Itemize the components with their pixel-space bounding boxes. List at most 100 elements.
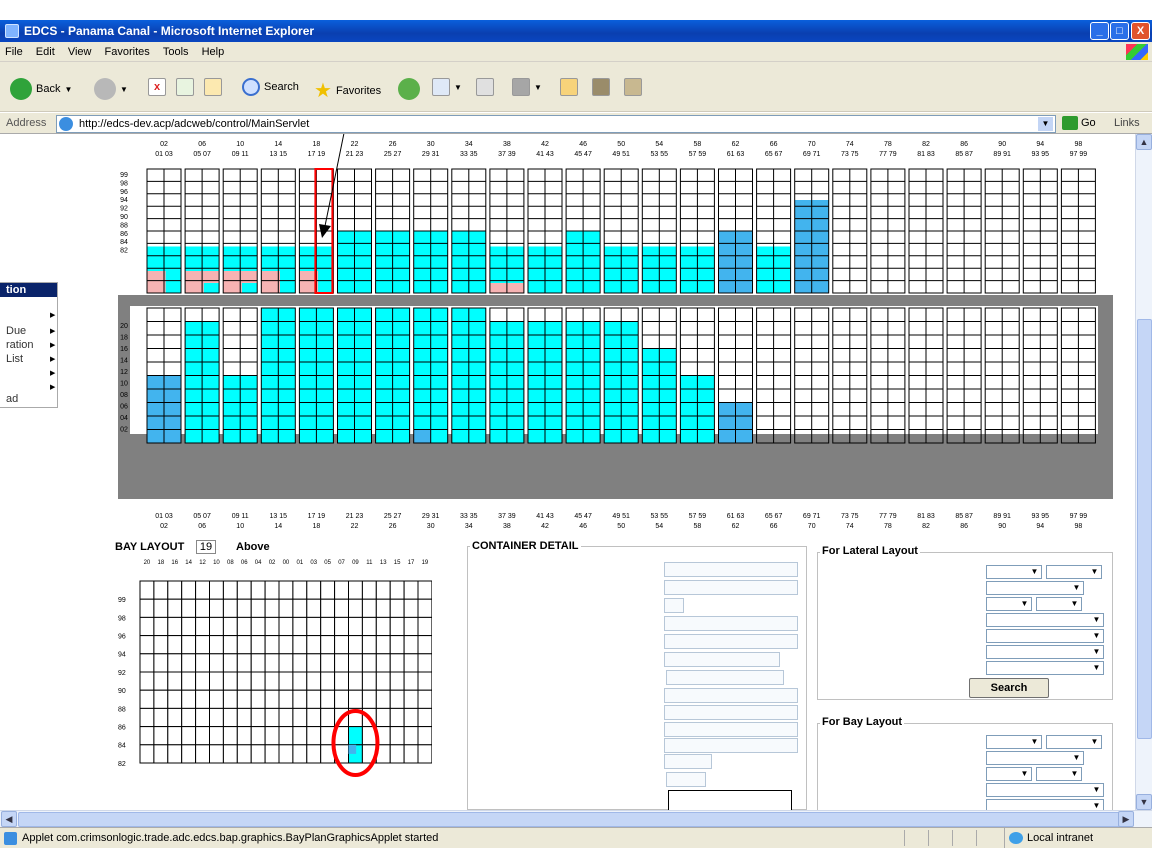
bay-cell	[375, 635, 391, 655]
scroll-down-icon[interactable]: ▼	[1136, 794, 1152, 810]
scroll-right-icon[interactable]: ▶	[1118, 811, 1134, 827]
ie-app-icon	[5, 24, 19, 38]
history-button[interactable]	[398, 78, 420, 100]
edit-button[interactable]: ▼	[512, 78, 542, 96]
menu-edit[interactable]: Edit	[31, 42, 60, 62]
bay-cell	[264, 580, 280, 600]
stop-button[interactable]: x	[148, 78, 166, 96]
bay-cell	[403, 726, 419, 746]
bay-plan-graphic[interactable]: 02 06 10 14 18 22 26 30 34 38 42 46 50 54 58 62 66 70 74 78…	[0, 134, 1135, 544]
container-field-input[interactable]	[664, 722, 798, 737]
menu-favorites[interactable]: Favorites	[100, 42, 155, 62]
lateral-unno-select[interactable]	[986, 565, 1042, 579]
refresh-icon	[176, 78, 194, 96]
bay-cell	[417, 671, 432, 691]
bay-cell	[417, 580, 432, 600]
bay-imo-class-select[interactable]	[986, 767, 1032, 781]
bay-cell	[209, 744, 224, 764]
container-field-input[interactable]	[664, 562, 798, 577]
bay-cell	[139, 598, 155, 618]
mail-button[interactable]: ▼	[432, 78, 462, 96]
menu-view[interactable]: View	[63, 42, 97, 62]
links-button[interactable]: Links	[1114, 117, 1140, 129]
go-button[interactable]: Go	[1062, 116, 1096, 130]
left-menu-item[interactable]: Due	[6, 325, 26, 337]
lateral-port-country-select[interactable]	[986, 661, 1104, 675]
bay-cell	[403, 635, 419, 655]
container-field-input[interactable]	[664, 688, 798, 703]
container-field-input[interactable]	[664, 580, 798, 595]
bay-cell	[292, 580, 308, 600]
container-field-input[interactable]	[664, 754, 712, 769]
lateral-port-country-select[interactable]	[986, 613, 1104, 627]
left-menu-item[interactable]: ration	[6, 339, 34, 351]
hold-tier-label: 12	[120, 369, 128, 376]
search-button[interactable]: Search	[242, 78, 299, 96]
home-button[interactable]	[204, 78, 222, 96]
bay-harmonized-select[interactable]	[986, 751, 1084, 765]
discuss-button[interactable]	[560, 78, 578, 96]
container-field-input[interactable]	[664, 616, 798, 631]
menu-file[interactable]: File	[0, 42, 28, 62]
address-input[interactable]: http://edcs-dev.acp/adcweb/control/MainS…	[56, 115, 1056, 133]
bay-cell	[236, 580, 252, 600]
horizontal-scroll-thumb[interactable]	[18, 812, 1130, 827]
lateral-harmonized-select[interactable]	[986, 581, 1084, 595]
horizontal-scrollbar[interactable]: ◀ ▶	[0, 810, 1152, 827]
favorites-button[interactable]: ★ Favorites	[314, 78, 381, 103]
bay-label-bottom: 41 43	[536, 513, 554, 520]
deck-tier-label: 86	[120, 231, 128, 238]
bay-cell	[195, 671, 210, 691]
container-notes-box[interactable]	[668, 790, 792, 810]
print-button[interactable]	[476, 78, 494, 96]
scroll-left-icon[interactable]: ◀	[1, 811, 17, 827]
left-menu-item[interactable]: ad	[6, 393, 18, 405]
bay-number-field[interactable]: 19	[196, 540, 216, 554]
bay-cell	[361, 689, 377, 709]
forward-button[interactable]: ▼	[94, 78, 128, 100]
bay-port-country-select[interactable]	[986, 799, 1104, 810]
container-field-input[interactable]	[664, 634, 798, 649]
bay-unno-select[interactable]	[986, 735, 1042, 749]
menu-tools[interactable]: Tools	[158, 42, 194, 62]
bay-cell	[264, 635, 280, 655]
bay-cell	[292, 671, 308, 691]
minimize-button[interactable]: _	[1090, 22, 1109, 40]
bay-imo-division-select[interactable]	[1036, 767, 1082, 781]
left-menu-item[interactable]: List	[6, 353, 23, 365]
address-bar: Address http://edcs-dev.acp/adcweb/contr…	[0, 112, 1152, 134]
lateral-bccode-select[interactable]	[1046, 565, 1102, 579]
container-field-input[interactable]	[664, 705, 798, 720]
lateral-imo-class-select[interactable]	[986, 597, 1032, 611]
container-field-input[interactable]	[666, 772, 706, 787]
close-button[interactable]: X	[1131, 22, 1150, 40]
lateral-port-country-select[interactable]	[986, 645, 1104, 659]
bay-port-country-select[interactable]	[986, 783, 1104, 797]
menu-help[interactable]: Help	[197, 42, 230, 62]
bay-row-label: 06	[241, 560, 248, 566]
bay-label-bottom: 77 79	[879, 513, 897, 520]
hold-tier-label: 20	[120, 323, 128, 330]
messenger-button[interactable]	[624, 78, 642, 96]
vertical-scrollbar[interactable]: ▲ ▼	[1135, 134, 1152, 810]
bay-layout-grid[interactable]: 20 18 16 14 12 10 08 06 04 02 00 01 03 05 07 09 11 13 15 17…	[112, 554, 432, 804]
bay-row-label: 16	[171, 560, 178, 566]
container-field-input[interactable]	[664, 738, 798, 753]
bay-bccode-select[interactable]	[1046, 735, 1102, 749]
lateral-imo-division-select[interactable]	[1036, 597, 1082, 611]
research-button[interactable]	[592, 78, 610, 96]
scroll-up-icon[interactable]: ▲	[1136, 134, 1152, 150]
vertical-scroll-thumb[interactable]	[1137, 319, 1152, 739]
container-field-input[interactable]	[664, 598, 684, 613]
maximize-button[interactable]: □	[1110, 22, 1129, 40]
bay-cell	[236, 653, 252, 673]
address-dropdown-icon[interactable]: ▼	[1038, 117, 1053, 131]
bay-cell	[236, 616, 252, 637]
refresh-button[interactable]	[176, 78, 194, 96]
lateral-port-country-select[interactable]	[986, 629, 1104, 643]
container-field-input[interactable]	[666, 670, 784, 685]
search-submit-button[interactable]: Search	[969, 678, 1049, 698]
bay-cell	[222, 653, 238, 673]
back-button[interactable]: Back ▼	[10, 78, 72, 100]
container-field-input[interactable]	[664, 652, 780, 667]
